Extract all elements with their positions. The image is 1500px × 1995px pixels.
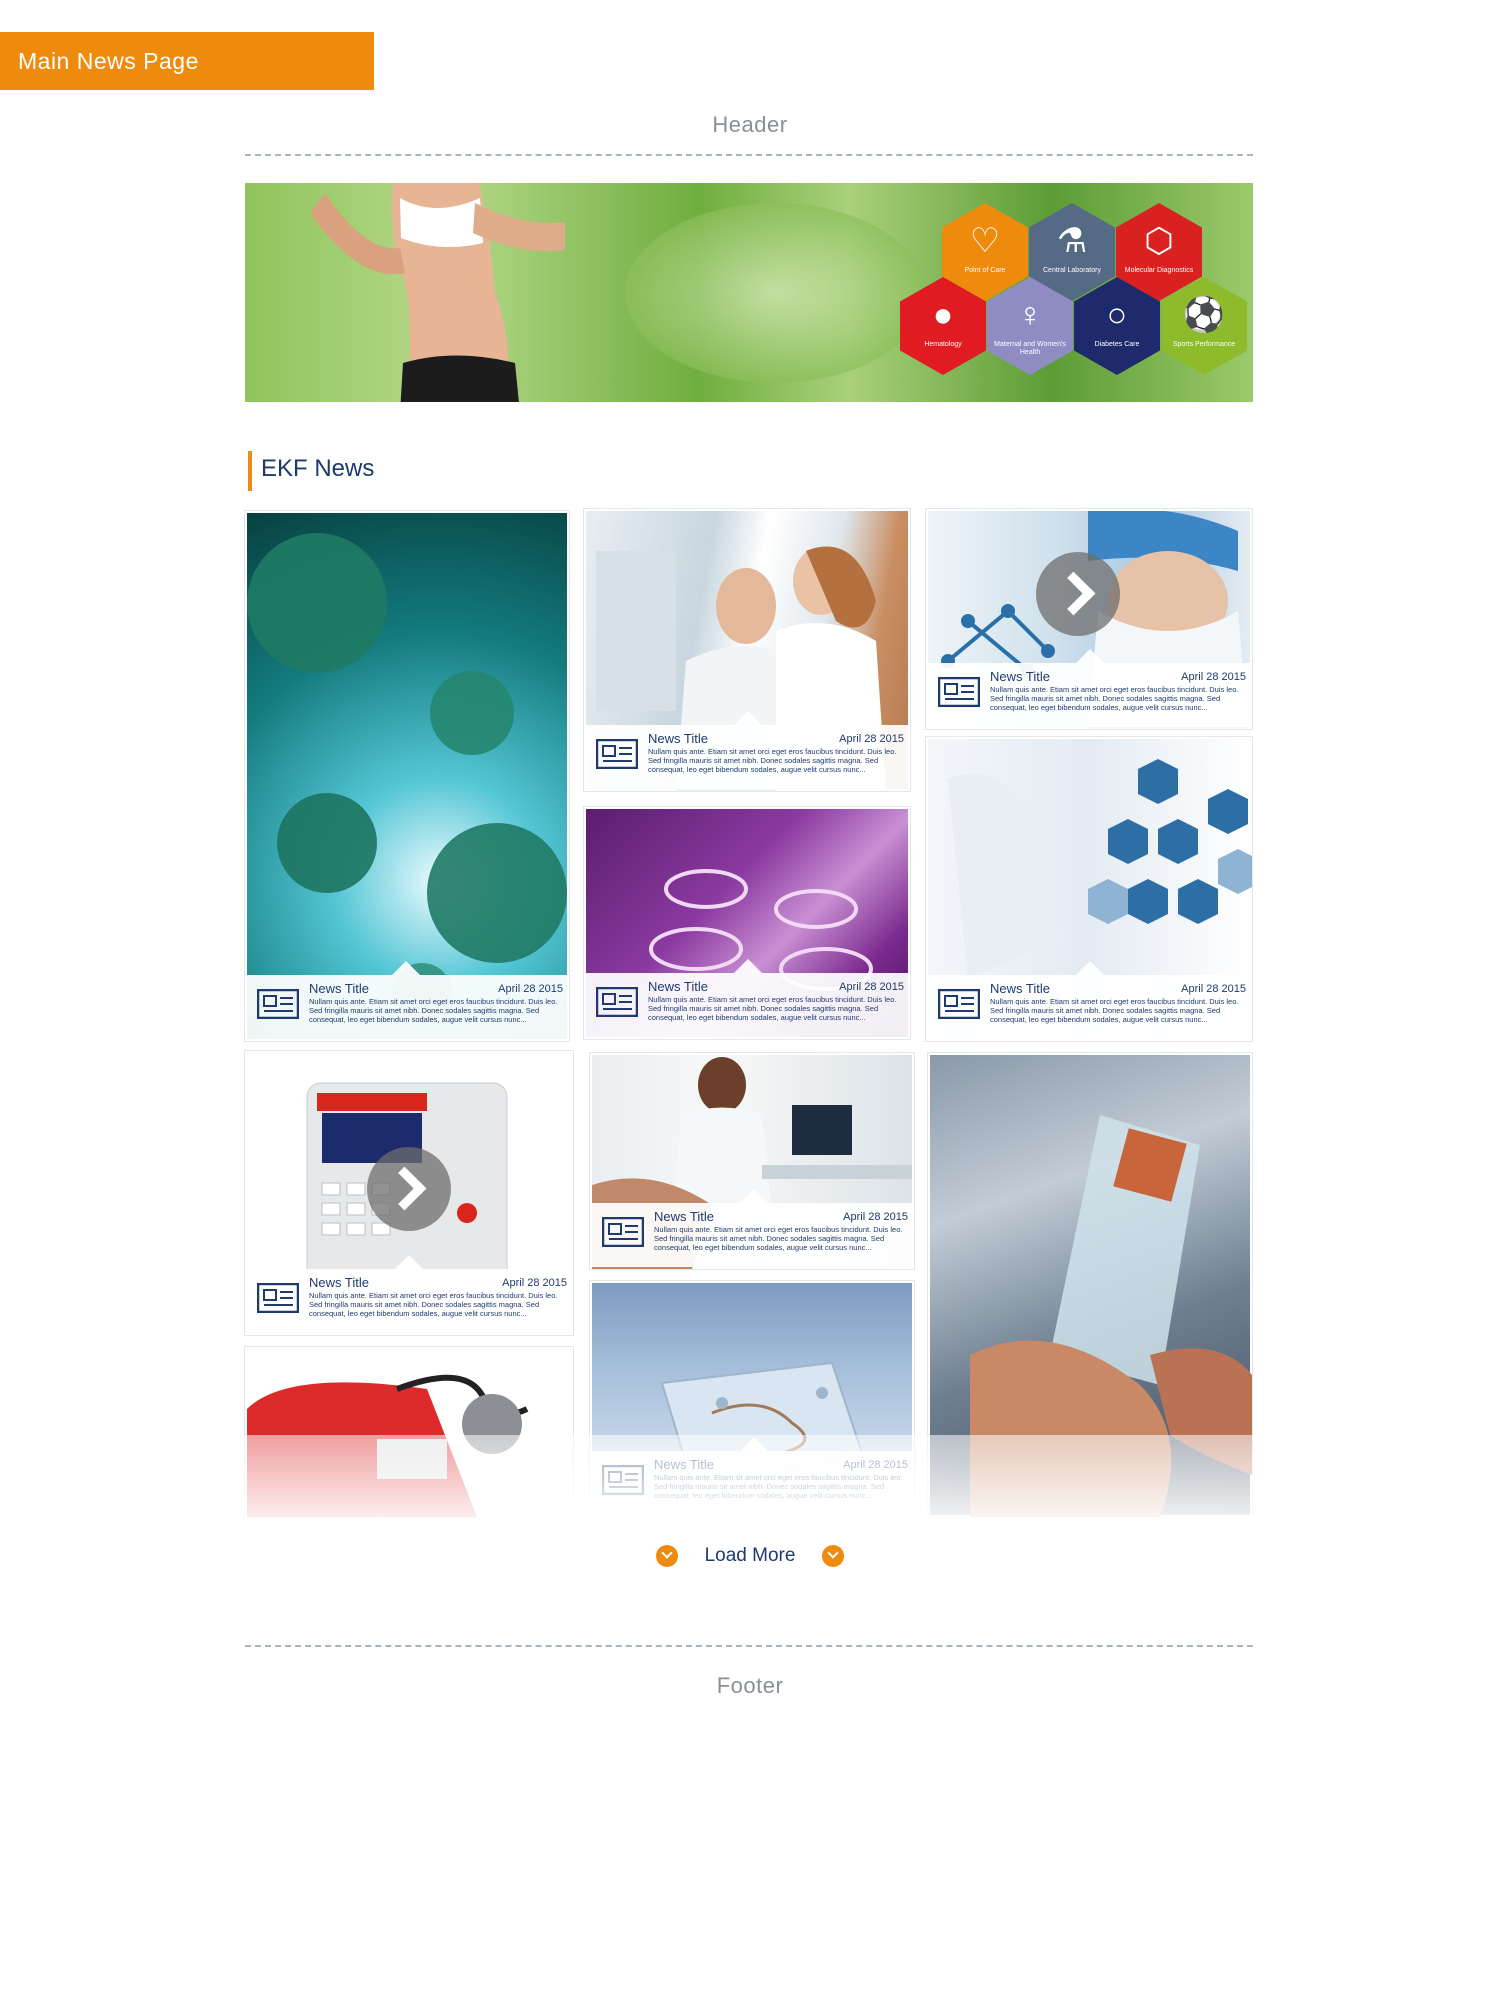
news-title[interactable]: News Title — [990, 669, 1050, 684]
news-excerpt: Nullam quis ante. Etiam sit amet orci eg… — [648, 995, 897, 1022]
news-date: April 28 2015 — [843, 1211, 908, 1223]
newspaper-icon — [602, 1217, 644, 1247]
news-title[interactable]: News Title — [648, 731, 708, 746]
play-video-button[interactable] — [367, 1147, 451, 1231]
news-title[interactable]: News Title — [648, 979, 708, 994]
news-info: News Title April 28 2015 Nullam quis ant… — [247, 961, 567, 1039]
molecule-icon: ⬡ — [1144, 222, 1174, 260]
load-more-label: Load More — [704, 1545, 796, 1566]
news-excerpt: Nullam quis ante. Etiam sit amet orci eg… — [309, 1291, 558, 1318]
header-divider — [245, 154, 1253, 156]
news-info: News Title April 28 2015 Nullam quis ant… — [586, 711, 908, 789]
news-card[interactable]: News Title April 28 2015 Nullam quis ant… — [244, 510, 570, 1042]
news-date: April 28 2015 — [839, 981, 904, 993]
news-excerpt: Nullam quis ante. Etiam sit amet orci eg… — [654, 1225, 903, 1252]
news-card[interactable]: News Title April 28 2015 Nullam quis ant… — [925, 736, 1253, 1042]
newspaper-icon — [938, 677, 980, 707]
news-excerpt: Nullam quis ante. Etiam sit amet orci eg… — [309, 997, 558, 1024]
news-info: News Title April 28 2015 Nullam quis ant… — [592, 1189, 912, 1267]
news-date: April 28 2015 — [498, 983, 563, 995]
news-excerpt: Nullam quis ante. Etiam sit amet orci eg… — [990, 685, 1239, 712]
newspaper-icon — [596, 987, 638, 1017]
female-icon: ♀ — [1017, 296, 1043, 334]
news-excerpt: Nullam quis ante. Etiam sit amet orci eg… — [648, 747, 897, 774]
news-date: April 28 2015 — [502, 1277, 567, 1289]
news-card[interactable]: News Title April 28 2015 Nullam quis ant… — [583, 806, 911, 1040]
news-card[interactable]: News Title April 28 2015 Nullam quis ant… — [244, 1050, 574, 1336]
flask-icon: ⚗ — [1056, 222, 1088, 260]
ring-icon: ○ — [1106, 296, 1128, 334]
newspaper-icon — [596, 739, 638, 769]
news-title[interactable]: News Title — [990, 981, 1050, 996]
footer-divider — [245, 1645, 1253, 1647]
news-card[interactable]: News Title April 28 2015 Nullam quis ant… — [583, 508, 911, 792]
news-card[interactable]: News Title April 28 2015 Nullam quis ant… — [589, 1052, 915, 1270]
news-info: News Title April 28 2015 Nullam quis ant… — [928, 961, 1250, 1039]
news-info: News Title April 28 2015 Nullam quis ant… — [928, 649, 1250, 727]
news-title[interactable]: News Title — [309, 1275, 369, 1290]
news-date: April 28 2015 — [1181, 671, 1246, 683]
newspaper-icon — [257, 1283, 299, 1313]
section-title: EKF News — [261, 455, 375, 482]
header-placeholder: Header — [712, 112, 788, 137]
news-card[interactable]: News Title April 28 2015 Nullam quis ant… — [925, 508, 1253, 730]
news-info: News Title April 28 2015 Nullam quis ant… — [586, 959, 908, 1037]
chevron-down-icon — [656, 1545, 679, 1567]
news-date: April 28 2015 — [1181, 983, 1246, 995]
news-info: News Title April 28 2015 Nullam quis ant… — [247, 1255, 571, 1333]
news-date: April 28 2015 — [839, 733, 904, 745]
soccer-ball-icon: ⚽ — [1182, 296, 1226, 334]
fade-overlay — [240, 1435, 1260, 1525]
news-excerpt: Nullam quis ante. Etiam sit amet orci eg… — [990, 997, 1239, 1024]
main-news-page-tab: Main News Page — [0, 32, 374, 90]
newspaper-icon — [938, 989, 980, 1019]
chevron-down-icon — [821, 1545, 844, 1567]
section-accent-bar — [248, 451, 252, 491]
play-video-button[interactable] — [1036, 552, 1120, 636]
load-more-button[interactable]: Load More — [0, 1545, 1500, 1567]
hero-banner[interactable]: ♡ Point of Care ⚗ Central Laboratory ⬡ M… — [245, 183, 1253, 402]
heart-pulse-icon: ♡ — [969, 222, 1001, 260]
newspaper-icon — [257, 989, 299, 1019]
news-title[interactable]: News Title — [654, 1209, 714, 1224]
runner-image — [310, 183, 565, 402]
blood-drop-icon: ● — [932, 296, 954, 334]
footer-placeholder: Footer — [716, 1673, 784, 1698]
news-title[interactable]: News Title — [309, 981, 369, 996]
